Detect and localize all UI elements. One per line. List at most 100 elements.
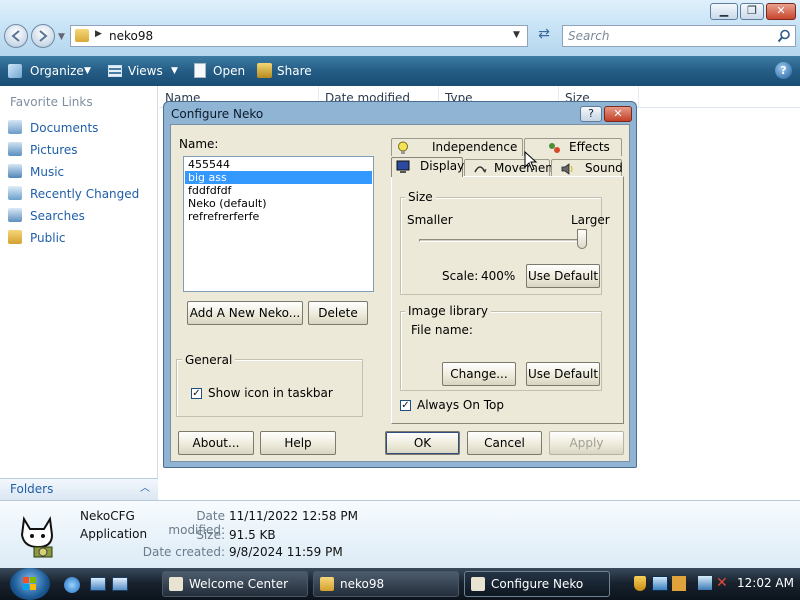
always-on-top-checkbox[interactable]: ✓ [400,400,411,411]
close-button[interactable]: ✕ [766,3,796,20]
tab-effects[interactable]: Effects [524,138,622,156]
folder-icon [320,577,334,591]
details-created-label: Date created: [142,545,225,559]
searches-icon [8,208,22,222]
delete-button[interactable]: Delete [308,301,368,325]
breadcrumb-arrow-icon[interactable]: ▶ [95,29,102,39]
tab-display[interactable]: Display [391,157,464,177]
taskbar-item-configure-neko[interactable]: Configure Neko [464,571,610,597]
organize-chevron-icon[interactable]: ▼ [84,56,91,86]
scale-slider-thumb[interactable] [577,229,587,249]
dialog-help-button[interactable]: ? [580,106,602,122]
dialog-body: Name: 455544 big ass fddfdfdf Neko (defa… [170,124,630,462]
always-on-top-label: Always On Top [417,398,504,412]
details-size-value: 91.5 KB [229,528,276,542]
minimize-button[interactable]: ▁ [710,3,738,20]
configure-neko-dialog: Configure Neko ? ✕ Name: 455544 big ass … [163,101,637,468]
search-input[interactable]: Search [562,25,796,47]
security-shield-icon[interactable] [634,576,646,591]
general-group-label: General [182,353,236,367]
display-tray-icon[interactable] [698,576,712,590]
neko-listbox[interactable]: 455544 big ass fddfdfdf Neko (default) r… [183,156,374,292]
movement-icon [474,166,487,173]
forward-button[interactable] [31,24,55,48]
switch-windows-icon[interactable] [112,577,128,591]
sidebar-item-searches[interactable]: Searches [8,206,85,226]
cancel-button[interactable]: Cancel [467,431,542,455]
sidebar-item-label: Searches [30,209,85,223]
size-use-default-button[interactable]: Use Default [526,264,600,288]
details-file-type: Application [80,527,148,541]
address-dropdown-icon[interactable]: ▼ [513,30,520,40]
share-button[interactable]: Share [277,56,312,86]
windows-logo-icon [23,577,36,590]
add-neko-button[interactable]: Add A New Neko... [187,301,303,325]
tab-sound[interactable]: Sound [551,159,623,177]
share-icon [257,63,272,78]
show-icon-checkbox[interactable]: ✓ [191,388,202,399]
list-item[interactable]: fddfdfdf [185,184,372,197]
tab-label: Sound [585,161,623,175]
list-item-selected[interactable]: big ass [185,171,372,184]
task-label: Configure Neko [491,577,584,591]
tab-label: Effects [569,140,610,154]
details-modified-value: 11/11/2022 12:58 PM [229,509,358,523]
chevron-up-icon[interactable]: ︿ [140,479,150,499]
recently-changed-icon [8,186,22,200]
views-button[interactable]: Views [128,56,163,86]
sidebar-item-public[interactable]: Public [8,228,66,248]
internet-explorer-icon[interactable] [64,577,80,593]
change-button[interactable]: Change... [442,362,516,386]
dialog-close-button[interactable]: ✕ [604,106,632,122]
organize-button[interactable]: Organize [30,56,84,86]
scale-slider-track[interactable] [419,239,587,242]
maximize-button[interactable]: ❐ [740,3,764,20]
taskbar-item-neko98[interactable]: neko98 [313,571,459,597]
refresh-icon[interactable]: ⇄ [533,26,555,46]
folders-toggle[interactable]: Folders ︿ [0,478,158,500]
image-use-default-button[interactable]: Use Default [526,362,600,386]
mouse-cursor-icon [524,151,538,171]
sidebar-item-recently-changed[interactable]: Recently Changed [8,184,139,204]
file-name-label: File name: [411,323,473,337]
volume-muted-icon[interactable]: ✕ [716,575,728,591]
sidebar-item-label: Music [30,165,65,179]
recent-pages-chevron-icon[interactable]: ▼ [58,32,65,42]
explorer-titlebar: ▁ ❐ ✕ ▼ ▶ neko98 ▼ ⇄ Search [0,0,800,56]
address-bar[interactable]: ▶ neko98 ▼ [70,25,528,47]
search-icon[interactable] [777,29,791,43]
start-button[interactable] [10,568,50,600]
effects-icon [549,143,560,153]
sidebar-item-label: Public [30,231,66,245]
sidebar-item-music[interactable]: Music [8,162,64,182]
network-icon[interactable] [652,576,668,591]
command-toolbar: Organize ▼ Views ▼ Open Share ? [0,56,800,86]
list-item[interactable]: refrefrerferfe [185,210,372,223]
taskbar-item-welcome-center[interactable]: Welcome Center [162,571,308,597]
details-file-name: NekoCFG [80,509,135,523]
tab-independence[interactable]: Independence [391,138,523,156]
help-button[interactable]: Help [260,431,336,455]
details-size-label: Size: [196,528,225,542]
image-library-group-label: Image library [405,304,492,318]
ok-button[interactable]: OK [385,431,460,455]
list-item[interactable]: Neko (default) [185,197,372,210]
public-folder-icon [8,230,22,244]
sidebar-item-label: Documents [30,121,99,135]
task-label: neko98 [340,577,385,591]
sidebar-item-pictures[interactable]: Pictures [8,140,78,160]
sidebar-item-documents[interactable]: Documents [8,118,98,138]
clock[interactable]: 12:02 AM [737,576,794,590]
about-button[interactable]: About... [178,431,254,455]
help-icon[interactable]: ? [775,62,792,79]
tray-app-icon[interactable] [672,576,686,591]
back-arrow-icon [11,30,20,42]
list-item[interactable]: 455544 [185,158,372,171]
show-desktop-icon[interactable] [90,577,106,591]
favorite-links-heading: Favorite Links [10,95,93,109]
back-button[interactable] [4,24,28,48]
views-chevron-icon[interactable]: ▼ [171,56,178,86]
breadcrumb-folder[interactable]: neko98 [109,29,153,43]
open-button[interactable]: Open [213,56,245,86]
dialog-title: Configure Neko [171,107,264,121]
